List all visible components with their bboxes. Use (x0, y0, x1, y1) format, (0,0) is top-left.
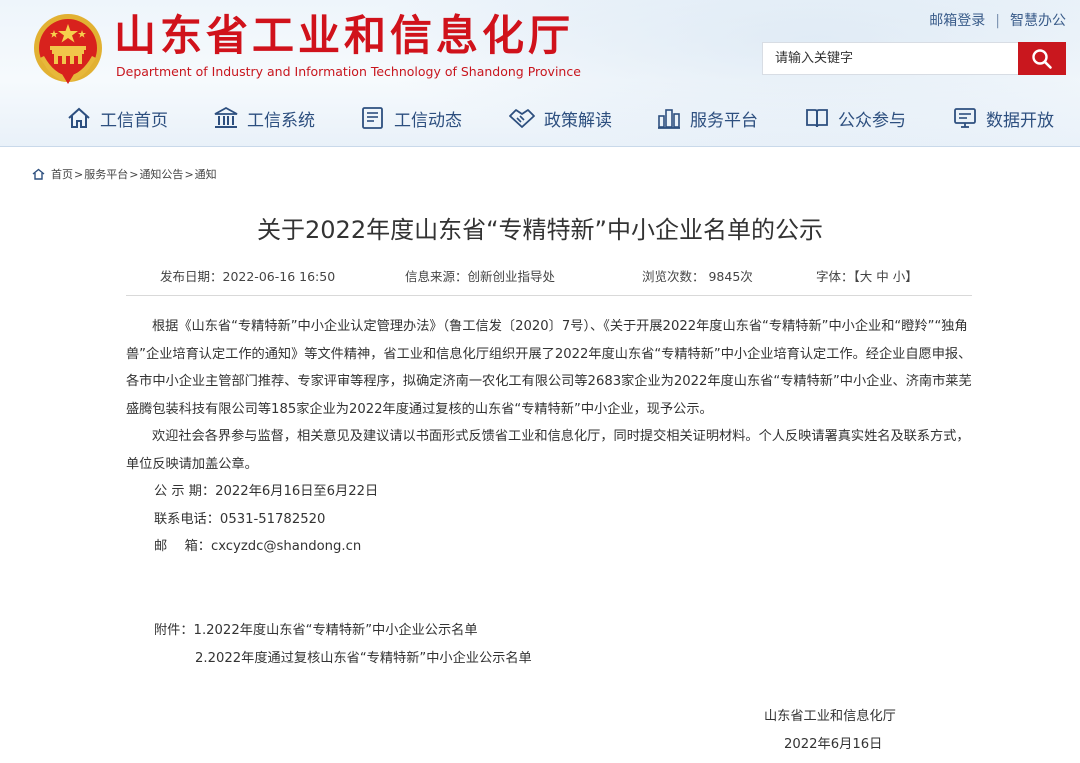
attachment-2: 2.2022年度通过复核山东省“专精特新”中小企业公示名单 (126, 645, 972, 673)
breadcrumb: 首页 > 服务平台 > 通知公告 > 通知 (32, 166, 217, 182)
nav-label: 公众参与 (838, 110, 906, 131)
nav-label: 工信系统 (247, 110, 315, 131)
signature-date: 2022年6月16日 (784, 737, 883, 752)
site-title: 山东省工业和信息化厅 (114, 11, 575, 60)
breadcrumb-separator: > (184, 167, 194, 181)
font-small-button[interactable]: 小 (893, 269, 906, 284)
nav-label: 工信首页 (100, 110, 168, 131)
font-size-control: 字体：【大 中 小】 (816, 266, 918, 285)
font-size-label: 字体：【 (816, 269, 860, 284)
breadcrumb-current[interactable]: 通知 (195, 166, 217, 182)
publicity-period: 公 示 期：2022年6月16日至6月22日 (154, 484, 379, 499)
site-subtitle: Department of Industry and Information T… (116, 64, 581, 79)
book-icon (806, 109, 828, 128)
attachments: 附件：1.2022年度山东省“专精特新”中小企业公示名单 2.2022年度通过复… (126, 617, 972, 672)
handshake-icon (509, 109, 535, 128)
nav-item-news[interactable]: 工信动态 (360, 98, 462, 138)
site-header: 山东省工业和信息化厅 Department of Industry and In… (0, 0, 1080, 147)
breadcrumb-separator: > (74, 167, 84, 181)
nav-item-data[interactable]: 数据开放 (952, 98, 1054, 138)
article-body: 根据《山东省“专精特新”中小企业认定管理办法》（鲁工信发〔2020〕7号）、《关… (126, 313, 972, 561)
search-button[interactable] (1018, 42, 1066, 75)
contact-email: 邮 箱：cxcyzdc@shandong.cn (154, 539, 362, 554)
attachment-link-1[interactable]: 附件：1.2022年度山东省“专精特新”中小企业公示名单 (154, 623, 478, 638)
nav-item-home[interactable]: 工信首页 (66, 98, 168, 138)
publish-date: 发布日期：2022-06-16 16:50 (160, 269, 336, 284)
smart-office-link[interactable]: 智慧办公 (1010, 13, 1066, 29)
home-icon (68, 107, 90, 128)
nav-label: 服务平台 (690, 110, 758, 131)
font-size-label-end: 】 (905, 269, 918, 284)
search-input[interactable] (762, 42, 1018, 75)
top-links: 邮箱登录 | 智慧办公 (929, 10, 1066, 30)
breadcrumb-service[interactable]: 服务平台 (84, 166, 128, 182)
national-emblem-icon (34, 14, 102, 84)
contact-phone: 联系电话：0531-51782520 (154, 511, 326, 527)
search-icon (1032, 48, 1052, 69)
city-icon (658, 109, 680, 129)
nav-item-service[interactable]: 服务平台 (656, 98, 758, 138)
article-title: 关于2022年度山东省“专精特新”中小企业名单的公示 (257, 216, 823, 244)
nav-label: 数据开放 (986, 110, 1054, 131)
nav-label: 政策解读 (544, 110, 612, 131)
nav-item-system[interactable]: 工信系统 (213, 98, 315, 138)
paragraph: 欢迎社会各界参与监督，相关意见及建议请以书面形式反馈省工业和信息化厅，同时提交相… (126, 429, 970, 472)
home-icon (32, 168, 45, 180)
breadcrumb-notice[interactable]: 通知公告 (139, 166, 183, 182)
nav-label: 工信动态 (394, 110, 462, 131)
view-count: 浏览次数： 9845次 (642, 269, 753, 284)
building-icon (214, 106, 238, 128)
paragraph: 根据《山东省“专精特新”中小企业认定管理办法》（鲁工信发〔2020〕7号）、《关… (126, 319, 972, 417)
top-links-separator: | (995, 13, 1000, 29)
mail-login-link[interactable]: 邮箱登录 (929, 13, 985, 29)
monitor-icon (954, 108, 976, 128)
news-icon (362, 107, 383, 129)
main-nav: 工信首页 工信系统 工信动态 政策解读 服务平台 公众参与 数据开放 (0, 98, 1080, 138)
search-bar (762, 42, 1066, 75)
font-large-button[interactable]: 大 (860, 269, 873, 284)
nav-item-policy[interactable]: 政策解读 (508, 98, 612, 138)
info-source: 信息来源：创新创业指导处 (405, 269, 556, 284)
nav-item-public[interactable]: 公众参与 (804, 98, 906, 138)
attachment-link-2[interactable]: 2.2022年度通过复核山东省“专精特新”中小企业公示名单 (195, 651, 532, 666)
font-medium-button[interactable]: 中 (876, 269, 889, 284)
meta-divider (126, 295, 972, 296)
signature: 山东省工业和信息化厅 (764, 709, 896, 724)
breadcrumb-home[interactable]: 首页 (51, 166, 73, 182)
attachment-1: 附件：1.2022年度山东省“专精特新”中小企业公示名单 (126, 617, 972, 645)
breadcrumb-separator: > (129, 167, 139, 181)
